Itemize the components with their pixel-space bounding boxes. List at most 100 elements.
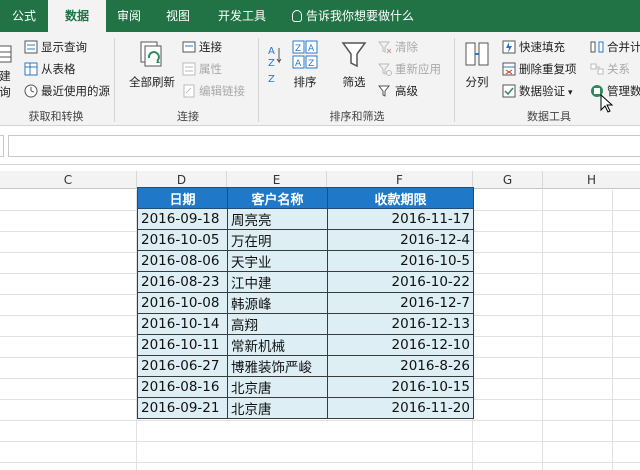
- chevron-down-icon: ▾: [568, 88, 573, 98]
- column-header-g[interactable]: G: [473, 171, 543, 189]
- refresh-all-button[interactable]: 全部刷新: [124, 40, 180, 90]
- edit-links-icon: [183, 84, 195, 98]
- group-label-sort-filter: 排序和筛选: [329, 110, 385, 123]
- cell-date[interactable]: 2016-08-23: [137, 271, 228, 293]
- cell-customer[interactable]: 江中建: [227, 271, 328, 293]
- mouse-cursor-icon: [600, 94, 614, 113]
- sort-button[interactable]: ZAAZ 排序: [288, 40, 322, 90]
- svg-text:A: A: [268, 46, 275, 57]
- tab-developer[interactable]: 开发工具: [204, 0, 280, 32]
- group-label-connections: 连接: [177, 110, 199, 123]
- name-box-edge[interactable]: [0, 135, 4, 157]
- formula-input[interactable]: [8, 135, 640, 157]
- from-table-icon: [24, 62, 38, 76]
- tell-me-text: 告诉我你想要做什么: [306, 9, 415, 23]
- header-customer[interactable]: 客户名称: [227, 187, 328, 209]
- new-query-label-top: 建: [0, 69, 11, 83]
- cell-date[interactable]: 2016-10-11: [137, 334, 228, 356]
- advanced-filter-button[interactable]: 高级: [378, 81, 418, 101]
- recent-sources-button[interactable]: 最近使用的源: [24, 81, 110, 101]
- connections-button[interactable]: 连接: [182, 37, 222, 57]
- filter-button[interactable]: 筛选: [336, 40, 372, 90]
- sort-az-icon[interactable]: AZZ: [266, 42, 284, 86]
- cell-date[interactable]: 2016-10-05: [137, 229, 228, 251]
- cell-customer[interactable]: 常新机械: [227, 334, 328, 356]
- relationships-button[interactable]: 关系: [590, 59, 630, 79]
- group-separator: [114, 38, 115, 122]
- properties-button[interactable]: 属性: [182, 59, 222, 79]
- new-query-button[interactable]: 建 询: [0, 44, 14, 100]
- tab-view[interactable]: 视图: [152, 0, 204, 32]
- cell-due-date[interactable]: 2016-11-20: [327, 397, 474, 419]
- table-row: 2016-10-05 万在明 2016-12-4: [137, 229, 474, 251]
- cell-date[interactable]: 2016-09-21: [137, 397, 228, 419]
- remove-duplicates-button[interactable]: 删除重复项: [502, 59, 577, 79]
- connections-icon: [182, 41, 196, 53]
- formula-bar: [0, 127, 640, 165]
- cell-date[interactable]: 2016-06-27: [137, 355, 228, 377]
- tab-review[interactable]: 审阅: [106, 0, 152, 32]
- table-row: 2016-09-18 周亮亮 2016-11-17: [137, 208, 474, 230]
- clear-filter-button[interactable]: 清除: [378, 37, 418, 57]
- sort-icon: Z AA Z: [292, 40, 318, 69]
- funnel-icon: [341, 42, 367, 68]
- cell-due-date[interactable]: 2016-10-15: [327, 376, 474, 398]
- table-row: 2016-10-11 常新机械 2016-12-10: [137, 334, 474, 356]
- table-row: 2016-08-06 天宇业 2016-10-5: [137, 250, 474, 272]
- cell-due-date[interactable]: 2016-10-5: [327, 250, 474, 272]
- cell-date[interactable]: 2016-09-18: [137, 208, 228, 230]
- cell-date[interactable]: 2016-08-16: [137, 376, 228, 398]
- header-due-date[interactable]: 收款期限: [327, 187, 474, 209]
- gridline: [612, 190, 613, 470]
- cell-customer[interactable]: 韩源峰: [227, 292, 328, 314]
- cell-customer[interactable]: 北京唐: [227, 397, 328, 419]
- cell-due-date[interactable]: 2016-10-22: [327, 271, 474, 293]
- gridline: [0, 420, 640, 421]
- tab-data[interactable]: 数据: [48, 0, 106, 32]
- refresh-icon: [140, 41, 162, 67]
- edit-links-button[interactable]: 编辑链接: [182, 81, 245, 101]
- cell-customer[interactable]: 万在明: [227, 229, 328, 251]
- clock-icon: [24, 84, 38, 98]
- properties-icon: [182, 62, 196, 76]
- relationships-icon: [590, 63, 604, 75]
- flash-fill-icon: [502, 40, 516, 54]
- column-header-h[interactable]: H: [543, 171, 640, 189]
- svg-text:Z: Z: [308, 59, 314, 69]
- data-table: 日期 客户名称 收款期限 2016-09-18 周亮亮 2016-11-17 2016…: [137, 187, 474, 419]
- cell-date[interactable]: 2016-10-08: [137, 292, 228, 314]
- cell-customer[interactable]: 北京唐: [227, 376, 328, 398]
- cell-customer[interactable]: 天宇业: [227, 250, 328, 272]
- from-table-button[interactable]: 从表格: [24, 59, 76, 79]
- cell-customer[interactable]: 周亮亮: [227, 208, 328, 230]
- text-to-columns-button[interactable]: 分列: [460, 40, 494, 90]
- manage-data-model-button[interactable]: 管理数: [590, 81, 640, 101]
- cell-due-date[interactable]: 2016-12-13: [327, 313, 474, 335]
- cell-due-date[interactable]: 2016-12-4: [327, 229, 474, 251]
- consolidate-button[interactable]: 合并计: [590, 37, 640, 57]
- svg-text:Z: Z: [268, 74, 275, 85]
- show-query-icon: [24, 40, 38, 54]
- table-icon: [0, 45, 12, 63]
- header-date[interactable]: 日期: [137, 187, 228, 209]
- cell-customer[interactable]: 博雅装饰严峻: [227, 355, 328, 377]
- cell-due-date[interactable]: 2016-12-10: [327, 334, 474, 356]
- flash-fill-button[interactable]: 快速填充: [502, 37, 565, 57]
- ribbon-tab-bar: 公式 数据 审阅 视图 开发工具 告诉我你想要做什么: [0, 0, 640, 32]
- text-to-columns-icon: [465, 42, 489, 66]
- gridline: [542, 190, 543, 470]
- reapply-button[interactable]: 重新应用: [378, 59, 441, 79]
- cell-due-date[interactable]: 2016-11-17: [327, 208, 474, 230]
- show-query-button[interactable]: 显示查询: [24, 37, 87, 57]
- column-header-c[interactable]: C: [0, 171, 137, 189]
- tell-me-box[interactable]: 告诉我你想要做什么: [292, 0, 414, 32]
- svg-text:A: A: [308, 44, 315, 54]
- cell-due-date[interactable]: 2016-12-7: [327, 292, 474, 314]
- cell-date[interactable]: 2016-08-06: [137, 250, 228, 272]
- cell-customer[interactable]: 高翔: [227, 313, 328, 335]
- reapply-icon: [378, 63, 392, 76]
- cell-due-date[interactable]: 2016-8-26: [327, 355, 474, 377]
- tab-formulas[interactable]: 公式: [0, 0, 48, 32]
- cell-date[interactable]: 2016-10-14: [137, 313, 228, 335]
- data-validation-button[interactable]: 数据验证 ▾: [502, 81, 573, 101]
